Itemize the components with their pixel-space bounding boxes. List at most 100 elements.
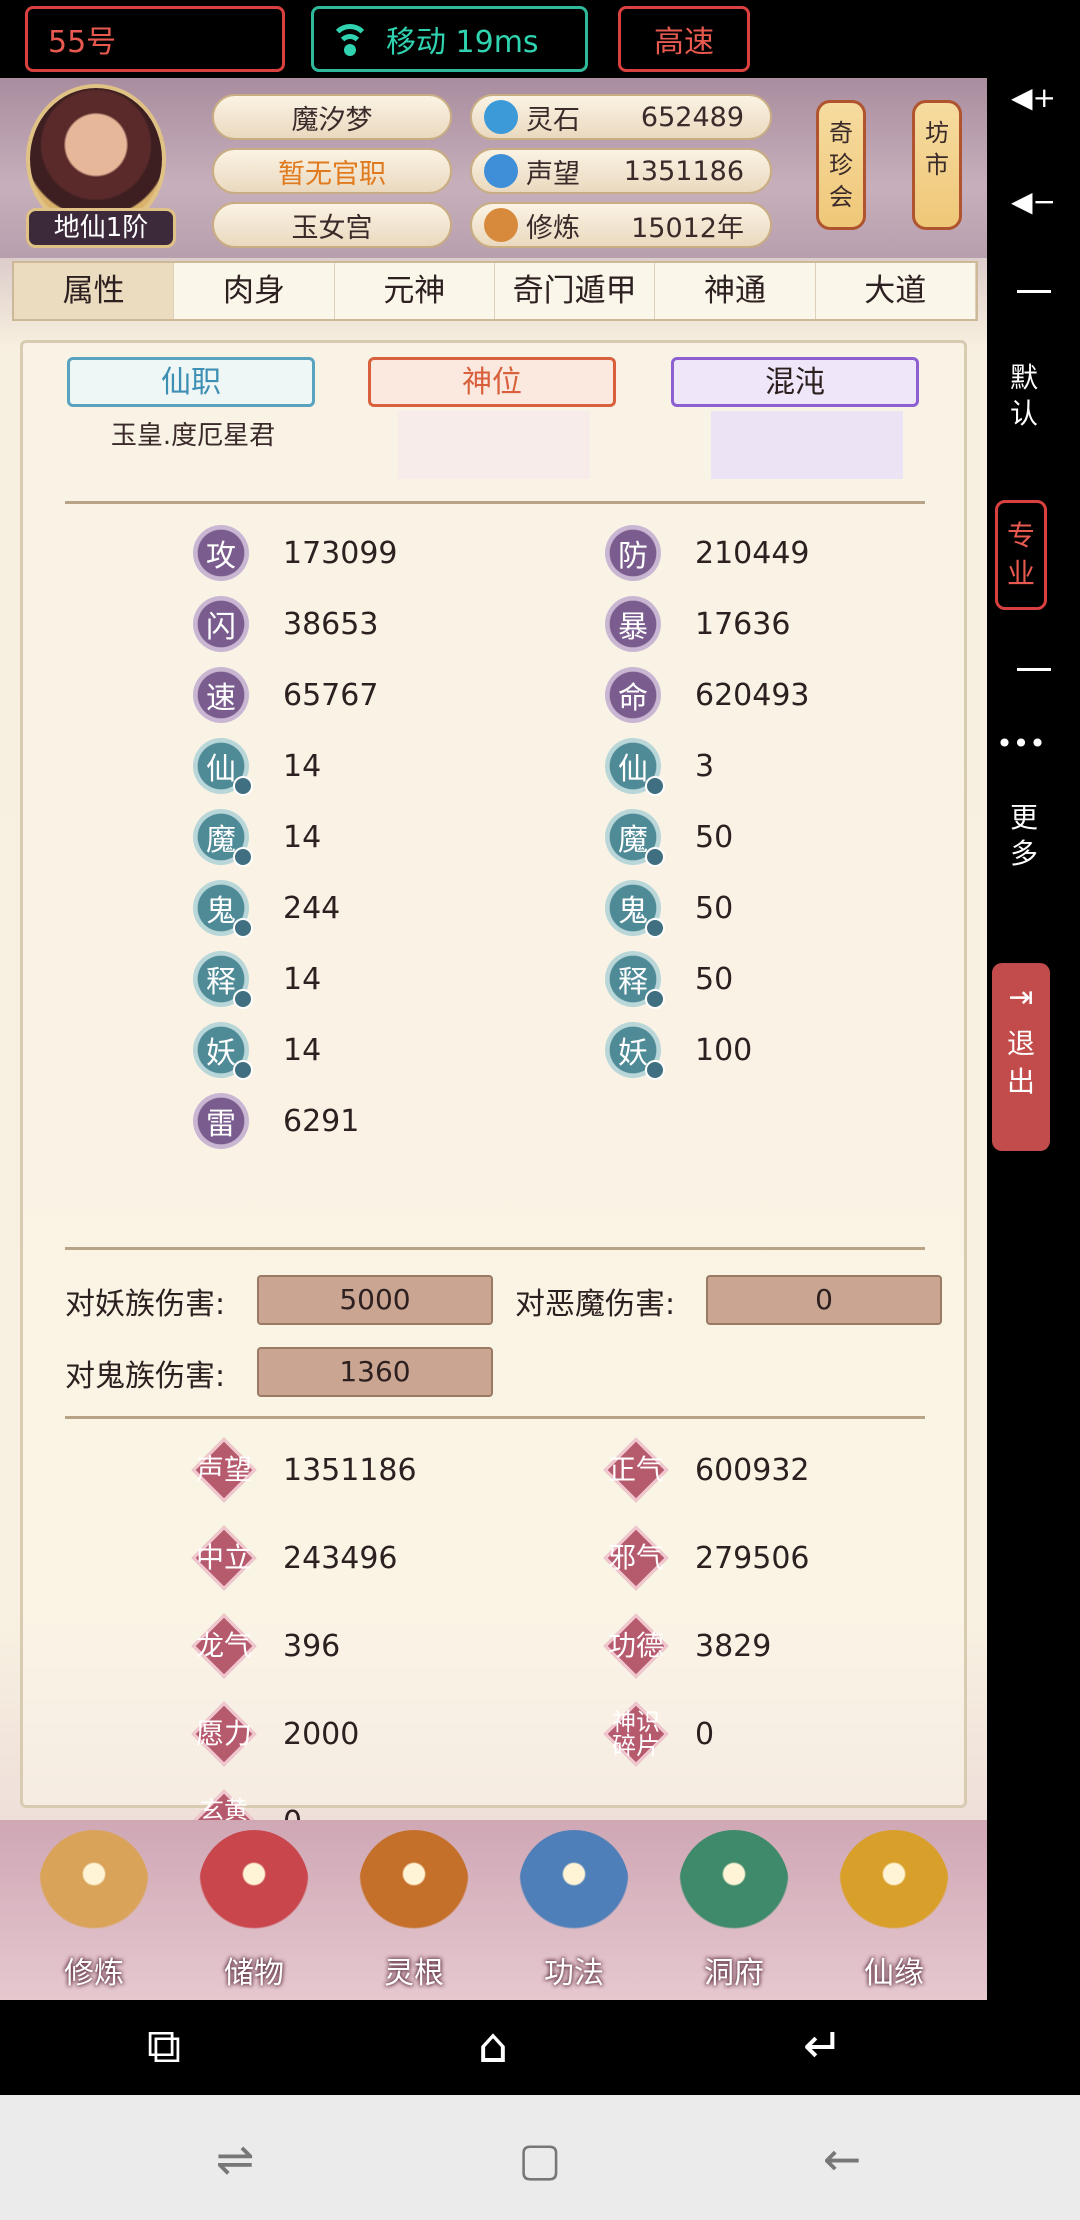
stat-row: 命 620493 (605, 665, 810, 725)
stat-value: 14 (283, 819, 322, 855)
speed-label: 高速 (654, 25, 714, 60)
exit-label: 退出 (1006, 1027, 1035, 1098)
stat-row: 攻 173099 (193, 523, 398, 583)
dmg-vs-ghost-label: 对鬼族伤害: (65, 1359, 226, 1394)
speed-toggle-button[interactable]: 高速 (618, 6, 750, 72)
divider (1017, 668, 1051, 671)
virtue-label: 声望 (195, 1453, 252, 1486)
stat-label: 魔 (206, 823, 236, 858)
dmg-vs-yao-value: 5000 (257, 1275, 493, 1325)
stat-row: 鬼 50 (605, 878, 733, 938)
stat-row: 仙3 (605, 736, 714, 796)
cave-house-icon (679, 1830, 789, 1940)
market-lantern-button[interactable]: 坊市 (912, 100, 962, 230)
server-indicator[interactable]: 55号 (25, 6, 285, 72)
virtue-value: 2000 (283, 1716, 360, 1752)
bottom-menu-bar: 修炼 储物 灵根 功法 洞府 仙缘 (0, 1820, 987, 2000)
stat-badge: 仙 (193, 738, 253, 796)
stat-value: 173099 (283, 535, 398, 571)
network-indicator[interactable]: 移动 19ms (311, 6, 588, 72)
stat-row: 闪 38653 (193, 594, 378, 654)
back-icon[interactable]: ↵ (793, 2016, 853, 2076)
dmg-vs-demon-value: 0 (706, 1275, 942, 1325)
system-back-icon[interactable]: ← (812, 2129, 872, 2189)
stat-label: 修炼 (526, 212, 580, 244)
stat-badge: 妖 (605, 1022, 665, 1080)
menu-gourd-button[interactable]: 仙缘 (824, 1830, 964, 1991)
stat-value: 50 (695, 961, 734, 997)
mode-pro-button[interactable]: 专业 (995, 500, 1047, 610)
virtue-value: 0 (695, 1716, 715, 1752)
stat-badge: 鬼 (193, 880, 253, 938)
virtue-badge: 龙气 (193, 1615, 255, 1677)
spirit-stone-icon (484, 100, 518, 134)
system-nav-bar: ⇌ ▢ ← (0, 2095, 1080, 2220)
mode-default-button[interactable]: 默认 (995, 360, 1053, 432)
divider (65, 1247, 925, 1250)
virtue-value: 396 (283, 1628, 341, 1664)
stat-value: 17636 (695, 606, 791, 642)
stat-value: 50 (695, 819, 734, 855)
stat-label: 防 (618, 539, 648, 574)
emulator-nav-bar: ⧉ ⌂ ↵ (0, 2000, 987, 2095)
spirit-stone-stat: 灵石 652489 (470, 94, 772, 140)
divider (65, 1416, 925, 1419)
virtue-value: 3829 (695, 1628, 772, 1664)
virtue-row: 功德 3829 (605, 1611, 771, 1681)
info-dot-icon (233, 847, 253, 867)
menu-label: 灵根 (384, 1956, 444, 1991)
volume-down-icon: ◀− (1011, 185, 1056, 218)
system-home-icon[interactable]: ▢ (510, 2129, 570, 2189)
menu-cultivate-button[interactable]: 修炼 (24, 1830, 164, 1991)
stat-badge: 释 (605, 951, 665, 1009)
virtue-value: 1351186 (283, 1452, 417, 1488)
home-icon[interactable]: ⌂ (463, 2016, 523, 2076)
divider (1017, 290, 1051, 293)
tab-0[interactable]: 属性 (14, 263, 175, 319)
menu-spirit-root-button[interactable]: 灵根 (344, 1830, 484, 1991)
god-rank-ribbon-button[interactable]: 神位 (368, 357, 616, 407)
divider (65, 501, 925, 504)
chaos-ribbon-button[interactable]: 混沌 (671, 357, 919, 407)
stat-row: 魔 50 (605, 807, 733, 867)
exit-icon: ⇥ (1008, 980, 1034, 1015)
volume-up-icon: ◀+ (1011, 81, 1056, 114)
virtue-label: 龙气 (195, 1629, 252, 1662)
exit-button[interactable]: ⇥ 退出 (992, 963, 1050, 1151)
reputation-stat: 声望 1351186 (470, 148, 772, 194)
network-label: 移动 19ms (386, 25, 539, 60)
cultivation-icon (484, 208, 518, 242)
cultivation-stat: 修炼 15012年 (470, 202, 772, 248)
stat-label: 灵石 (526, 104, 580, 136)
immortal-post-ribbon-button[interactable]: 仙职 (67, 357, 315, 407)
tab-3[interactable]: 奇门遁甲 (495, 263, 656, 319)
stat-label: 妖 (206, 1036, 236, 1071)
menu-label: 仙缘 (864, 1956, 924, 1991)
volume-up-button[interactable]: ◀+ (987, 80, 1080, 116)
more-button[interactable]: 更多 (995, 800, 1053, 872)
stat-badge: 防 (605, 525, 661, 581)
menu-technique-book-button[interactable]: 功法 (504, 1830, 644, 1991)
tab-5[interactable]: 大道 (816, 263, 976, 319)
virtue-badge: 神识碎片 (605, 1703, 667, 1765)
tab-4[interactable]: 神通 (655, 263, 816, 319)
stat-value: 652489 (640, 101, 744, 133)
menu-storage-bag-button[interactable]: 储物 (184, 1830, 324, 1991)
attribute-tab-bar: 属性 肉身 元神 奇门遁甲 神通 大道 (12, 261, 978, 321)
tab-1[interactable]: 肉身 (174, 263, 335, 319)
tab-2[interactable]: 元神 (335, 263, 495, 319)
stat-row: 妖 14 (193, 1020, 321, 1080)
treasure-fair-lantern-button[interactable]: 奇珍会 (816, 100, 866, 230)
stat-row: 防 210449 (605, 523, 810, 583)
recent-apps-icon[interactable]: ⇌ (205, 2129, 265, 2189)
volume-down-button[interactable]: ◀− (987, 184, 1080, 220)
more-dots-icon[interactable]: ••• (987, 726, 1055, 762)
menu-cave-house-button[interactable]: 洞府 (664, 1830, 804, 1991)
stat-label: 仙 (618, 752, 648, 787)
stat-value: 6291 (283, 1103, 360, 1139)
virtue-row: 正气 600932 (605, 1435, 810, 1505)
emulator-top-bar: 55号 移动 19ms 高速 (0, 0, 987, 78)
gourd-icon (839, 1830, 949, 1940)
virtue-value: 279506 (695, 1540, 810, 1576)
multitask-icon[interactable]: ⧉ (134, 2016, 194, 2076)
